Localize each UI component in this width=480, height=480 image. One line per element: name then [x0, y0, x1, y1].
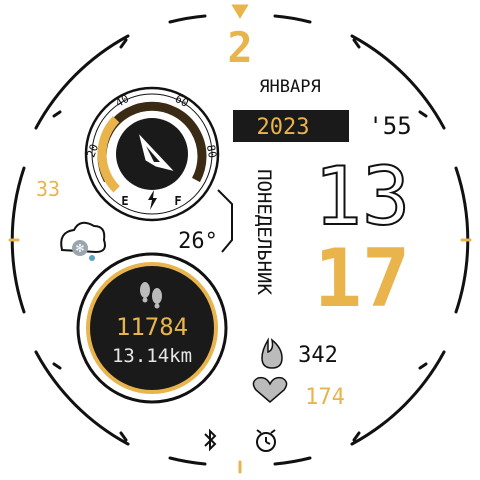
svg-text:✻: ✻: [75, 242, 84, 255]
alarm-clock-icon: [256, 429, 276, 452]
time-seconds: '55: [368, 112, 411, 140]
battery-full-label: F: [174, 194, 181, 208]
date-year: 2023: [257, 115, 310, 140]
steps-distance: 13.14km: [112, 345, 192, 367]
date-day: 2: [227, 23, 252, 72]
calories-value: 342: [298, 343, 338, 368]
time-minutes: 17: [314, 232, 410, 325]
steps-widget[interactable]: 11784 13.14km: [76, 252, 228, 404]
watch-face: 20 40 60 80 E F 2 ЯНВАРЯ 2023 '55 ПОНЕДЕ…: [8, 4, 472, 474]
cloud-snow-icon[interactable]: ✻: [60, 221, 106, 261]
battery-percent: 33: [36, 177, 60, 201]
connector-lines: [217, 189, 233, 253]
battery-empty-label: E: [121, 194, 128, 208]
steps-count: 11784: [116, 313, 188, 341]
weather-temperature: 26°: [178, 229, 218, 254]
flame-icon: [261, 337, 283, 369]
heart-icon: [252, 376, 288, 403]
gauge-tick-80: 80: [204, 144, 219, 159]
date-month: ЯНВАРЯ: [259, 77, 320, 97]
date-weekday: ПОНЕДЕЛЬНИК: [253, 169, 275, 295]
time-hours: 13: [314, 150, 410, 243]
battery-gauge[interactable]: 20 40 60 80 E F: [84, 86, 220, 222]
heart-rate-value: 174: [305, 385, 345, 410]
bluetooth-icon: [204, 428, 217, 452]
